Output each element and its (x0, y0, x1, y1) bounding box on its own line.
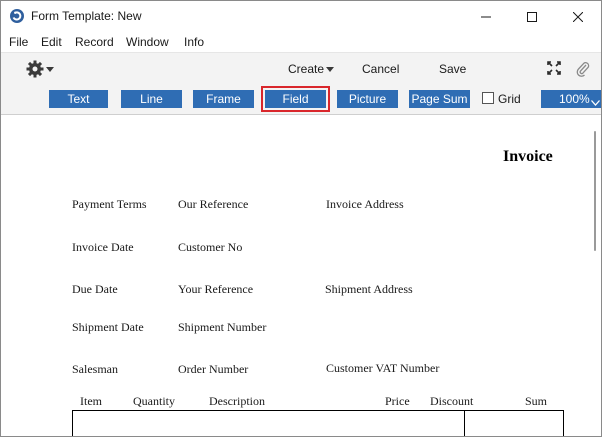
create-chevron-down-icon[interactable] (326, 67, 334, 72)
field-customer-vat-number[interactable]: Customer VAT Number (326, 361, 439, 376)
column-quantity[interactable]: Quantity (133, 394, 175, 409)
create-button[interactable]: Create (288, 62, 324, 76)
column-discount[interactable]: Discount (430, 394, 473, 409)
page-sum-button[interactable]: Page Sum (409, 90, 470, 108)
zoom-value: 100% (559, 92, 590, 106)
field-shipment-number[interactable]: Shipment Number (178, 320, 266, 335)
menu-window[interactable]: Window (126, 35, 169, 49)
maximize-icon (527, 11, 537, 22)
cancel-button[interactable]: Cancel (362, 62, 399, 76)
gear-icon[interactable] (26, 60, 44, 81)
frame-button[interactable]: Frame (193, 90, 254, 108)
field-shipment-address[interactable]: Shipment Address (325, 282, 413, 297)
field-invoice-date[interactable]: Invoice Date (72, 240, 134, 255)
form-canvas[interactable]: Invoice Payment Terms Our Reference Invo… (1, 115, 601, 436)
menu-info[interactable]: Info (184, 35, 204, 49)
maximize-button[interactable] (509, 1, 555, 32)
chevron-down-icon[interactable] (46, 67, 54, 72)
expand-icon[interactable] (547, 61, 561, 78)
field-order-number[interactable]: Order Number (178, 362, 248, 377)
picture-button[interactable]: Picture (337, 90, 398, 108)
items-frame[interactable] (72, 410, 564, 436)
close-icon (573, 11, 583, 22)
items-frame-divider (464, 411, 465, 436)
window-title: Form Template: New (31, 9, 142, 23)
grid-label: Grid (498, 92, 521, 106)
save-button[interactable]: Save (439, 62, 466, 76)
menu-record[interactable]: Record (75, 35, 114, 49)
minimize-icon (481, 16, 491, 17)
field-our-reference[interactable]: Our Reference (178, 197, 248, 212)
zoom-chevron-down-icon (591, 95, 600, 109)
field-customer-no[interactable]: Customer No (178, 240, 242, 255)
field-your-reference[interactable]: Your Reference (178, 282, 253, 297)
field-invoice-address[interactable]: Invoice Address (326, 197, 404, 212)
line-button[interactable]: Line (121, 90, 182, 108)
app-logo-icon (9, 8, 25, 24)
field-shipment-date[interactable]: Shipment Date (72, 320, 144, 335)
grid-checkbox[interactable] (482, 92, 494, 104)
field-due-date[interactable]: Due Date (72, 282, 118, 297)
form-template-window: Form Template: New File Edit Record Wind… (0, 0, 602, 437)
column-item[interactable]: Item (80, 394, 102, 409)
zoom-select[interactable]: 100% (541, 90, 601, 109)
object-button-bar: Text Line Frame Field Picture Page Sum G… (1, 84, 601, 115)
column-description[interactable]: Description (209, 394, 265, 409)
menu-bar: File Edit Record Window Info (1, 32, 601, 52)
column-sum[interactable]: Sum (525, 394, 547, 409)
paperclip-icon[interactable] (576, 61, 590, 80)
document-title[interactable]: Invoice (503, 148, 553, 166)
menu-file[interactable]: File (9, 35, 28, 49)
field-payment-terms[interactable]: Payment Terms (72, 197, 147, 212)
text-button[interactable]: Text (49, 90, 108, 108)
toolbar: Create Cancel Save (1, 52, 601, 85)
menu-edit[interactable]: Edit (41, 35, 62, 49)
field-button[interactable]: Field (261, 86, 330, 112)
close-button[interactable] (555, 1, 601, 32)
minimize-button[interactable] (463, 1, 509, 32)
title-bar[interactable]: Form Template: New (1, 1, 601, 32)
column-price[interactable]: Price (385, 394, 410, 409)
scrollbar-thumb[interactable] (594, 131, 596, 251)
field-salesman[interactable]: Salesman (72, 362, 118, 377)
vertical-scrollbar[interactable] (589, 115, 601, 436)
